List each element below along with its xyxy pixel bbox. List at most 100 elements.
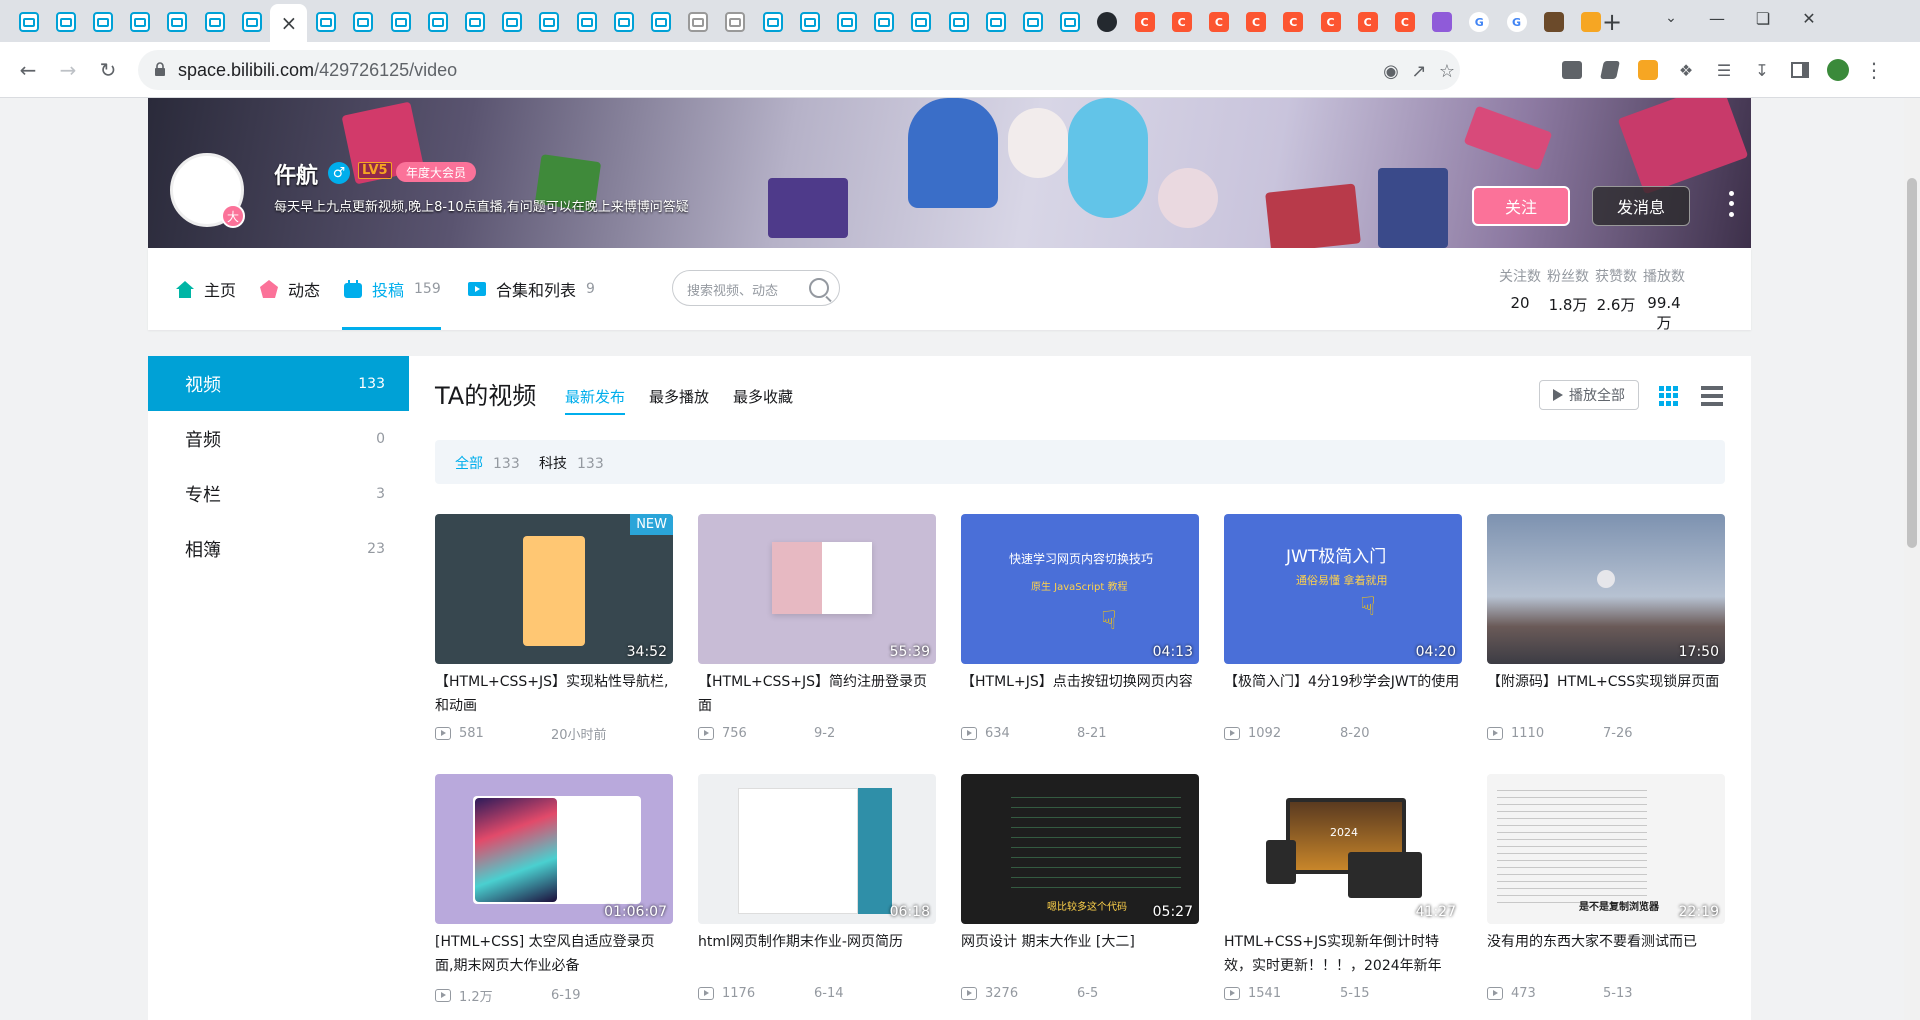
media-queue-icon[interactable]: ☰ — [1712, 58, 1736, 82]
filter-tech[interactable]: 科技 133 — [539, 453, 604, 473]
video-title[interactable]: 【HTML+CSS+JS】简约注册登录页面 — [698, 670, 936, 718]
browser-tab[interactable]: C — [1200, 6, 1237, 38]
browser-tab[interactable]: C — [1349, 6, 1386, 38]
video-thumbnail[interactable]: 2024 41:27 — [1224, 774, 1462, 924]
follow-button[interactable]: 关注 — [1472, 186, 1570, 226]
browser-tab[interactable] — [866, 6, 903, 38]
extension-script-icon[interactable] — [1598, 58, 1622, 82]
video-thumbnail[interactable]: 17:50 — [1487, 514, 1725, 664]
browser-tab[interactable] — [1014, 6, 1051, 38]
chrome-menu-icon[interactable]: ⋮ — [1862, 58, 1886, 82]
tab-search-icon[interactable]: ⌄ — [1648, 0, 1694, 36]
video-card[interactable]: 是不是复制浏览器 22:19 没有用的东西大家不要看测试而已 473 5-13 — [1487, 774, 1725, 1014]
filter-all[interactable]: 全部 133 — [455, 453, 520, 473]
browser-tab[interactable]: G — [1461, 6, 1498, 38]
stat-item[interactable]: 获赞数 2.6万 — [1592, 266, 1640, 315]
browser-tab[interactable]: C — [1163, 6, 1200, 38]
video-title[interactable]: HTML+CSS+JS实现新年倒计时特效，实时更新！！！，2024年新年 — [1224, 930, 1462, 978]
video-thumbnail[interactable]: 55:39 — [698, 514, 936, 664]
play-all-button[interactable]: 播放全部 — [1539, 380, 1639, 410]
sort-latest-tab[interactable]: 最新发布 — [565, 386, 626, 415]
sidepanel-icon[interactable] — [1788, 58, 1812, 82]
browser-tab[interactable] — [977, 6, 1014, 38]
browser-tab[interactable] — [568, 6, 605, 38]
tab-home[interactable]: 主页 — [174, 248, 236, 330]
sidebar-item[interactable]: 专栏 3 — [148, 466, 409, 521]
browser-tab[interactable]: C — [1386, 6, 1423, 38]
window-close-icon[interactable]: ✕ — [1786, 0, 1832, 36]
browser-tab[interactable] — [10, 6, 47, 38]
list-view-icon[interactable] — [1701, 386, 1723, 406]
browser-tab[interactable] — [754, 6, 791, 38]
video-title[interactable]: 【HTML+CSS+JS】实现粘性导航栏,和动画 — [435, 670, 673, 718]
sidebar-item[interactable]: 音频 0 — [148, 411, 409, 466]
browser-tab[interactable] — [1424, 6, 1461, 38]
address-bar[interactable]: space.bilibili.com/429726125/video ◉ ↗ ☆ — [138, 50, 1460, 90]
video-thumbnail[interactable]: 01:06:07 — [435, 774, 673, 924]
browser-tab[interactable] — [159, 6, 196, 38]
video-thumbnail[interactable]: 嗯比较多这个代码 05:27 — [961, 774, 1199, 924]
video-card[interactable]: NEW 34:52 【HTML+CSS+JS】实现粘性导航栏,和动画 581 20小时前 — [435, 514, 673, 754]
avatar[interactable]: 大 — [170, 153, 245, 228]
browser-tab[interactable] — [84, 6, 121, 38]
more-options-icon[interactable] — [1726, 188, 1736, 220]
browser-tab[interactable] — [308, 6, 345, 38]
video-title[interactable]: 没有用的东西大家不要看测试而已 — [1487, 930, 1725, 978]
share-icon[interactable]: ↗ — [1408, 60, 1430, 82]
browser-tab[interactable] — [828, 6, 865, 38]
search-icon[interactable] — [809, 278, 829, 298]
extension-tb-icon[interactable] — [1560, 58, 1584, 82]
sidebar-item[interactable]: 视频 133 — [148, 356, 409, 411]
page-scrollbar[interactable] — [1904, 98, 1920, 1020]
video-title[interactable]: 【附源码】HTML+CSS实现锁屏页面 — [1487, 670, 1725, 718]
browser-tab[interactable] — [642, 6, 679, 38]
vip-badge[interactable]: 年度大会员 — [396, 162, 477, 182]
sort-most-favorited-tab[interactable]: 最多收藏 — [733, 386, 793, 407]
browser-tab[interactable] — [233, 6, 270, 38]
new-tab-button[interactable]: + — [1598, 8, 1626, 36]
browser-tab[interactable] — [940, 6, 977, 38]
browser-tab[interactable] — [531, 6, 568, 38]
browser-tab[interactable] — [717, 6, 754, 38]
browser-tab[interactable] — [903, 6, 940, 38]
scrollbar-thumb[interactable] — [1907, 178, 1917, 548]
video-card[interactable]: 01:06:07 [HTML+CSS] 太空风自适应登录页面,期末网页大作业必备 1… — [435, 774, 673, 1014]
video-card[interactable]: 17:50 【附源码】HTML+CSS实现锁屏页面 1110 7-26 — [1487, 514, 1725, 754]
browser-tab[interactable]: C — [1275, 6, 1312, 38]
forward-icon[interactable]: → — [52, 54, 84, 86]
eye-off-icon[interactable]: ◉ — [1380, 60, 1402, 82]
browser-tab[interactable] — [1535, 6, 1572, 38]
video-card[interactable]: JWT极简入门 通俗易懂 拿着就用 ☟ 04:20 【极简入门】4分19秒学会JWT的使… — [1224, 514, 1462, 754]
browser-tab[interactable] — [419, 6, 456, 38]
video-title[interactable]: [HTML+CSS] 太空风自适应登录页面,期末网页大作业必备 — [435, 930, 673, 978]
browser-tab[interactable]: C — [1238, 6, 1275, 38]
extension-icon[interactable]: ❖ — [1674, 58, 1698, 82]
browser-tab[interactable] — [196, 6, 233, 38]
reload-icon[interactable]: ↻ — [92, 54, 124, 86]
browser-tab[interactable]: C — [1312, 6, 1349, 38]
video-thumbnail[interactable]: 快速学习网页内容切换技巧 原生 JavaScript 教程 ☟ 04:13 — [961, 514, 1199, 664]
browser-tab[interactable] — [1052, 6, 1089, 38]
space-search-input[interactable]: 搜索视频、动态 — [672, 270, 840, 306]
active-tab[interactable]: × — [270, 4, 308, 42]
video-card[interactable]: 55:39 【HTML+CSS+JS】简约注册登录页面 756 9-2 — [698, 514, 936, 754]
browser-tab[interactable] — [605, 6, 642, 38]
browser-tab[interactable] — [680, 6, 717, 38]
browser-tab[interactable] — [494, 6, 531, 38]
video-card[interactable]: 嗯比较多这个代码 05:27 网页设计 期末大作业 [大二] 3276 6-5 — [961, 774, 1199, 1014]
maximize-icon[interactable]: ❏ — [1740, 0, 1786, 36]
video-thumbnail[interactable]: JWT极简入门 通俗易懂 拿着就用 ☟ 04:20 — [1224, 514, 1462, 664]
browser-tab[interactable] — [791, 6, 828, 38]
tab-collection[interactable]: 合集和列表 9 — [466, 248, 595, 330]
video-title[interactable]: 【HTML+JS】点击按钮切换网页内容 — [961, 670, 1199, 718]
browser-tab[interactable] — [345, 6, 382, 38]
back-icon[interactable]: ← — [12, 54, 44, 86]
browser-tab[interactable] — [456, 6, 493, 38]
browser-tab[interactable] — [382, 6, 419, 38]
tab-close-icon[interactable]: × — [281, 11, 298, 35]
star-icon[interactable]: ☆ — [1436, 60, 1458, 82]
tab-upload[interactable]: 投稿 159 — [342, 248, 441, 330]
stat-item[interactable]: 关注数 20 — [1496, 266, 1544, 312]
tab-dynamic[interactable]: 动态 — [258, 248, 320, 330]
video-title[interactable]: 网页设计 期末大作业 [大二] — [961, 930, 1199, 978]
